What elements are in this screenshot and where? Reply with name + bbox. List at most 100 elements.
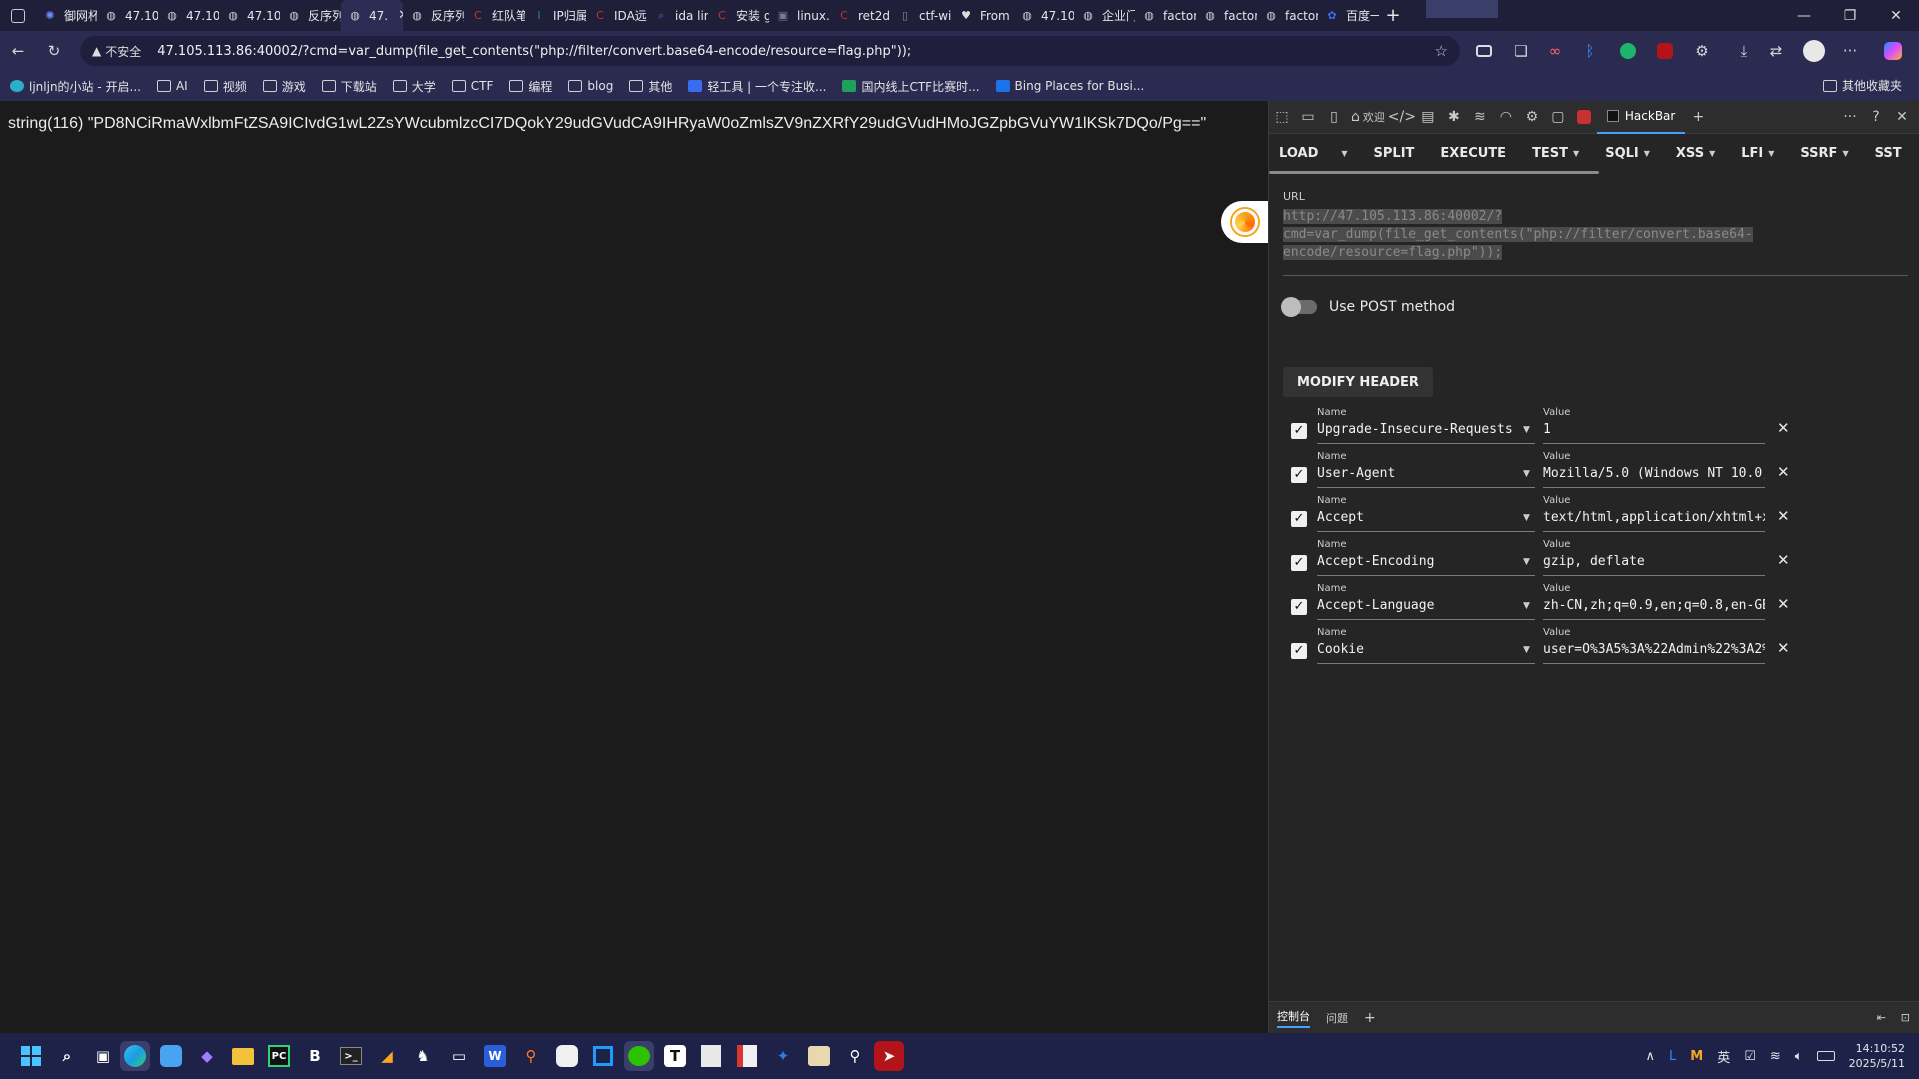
bookmark-item[interactable]: 大学 [392, 78, 436, 95]
welcome-tab[interactable]: ⌂ 欢迎 [1347, 106, 1389, 128]
browser-tab[interactable]: I IP归属 [525, 0, 586, 31]
bookmark-item[interactable]: blog [568, 79, 613, 93]
browser-tab[interactable]: ◍ 企业门 [1074, 0, 1135, 31]
app-feather[interactable]: ✦ [768, 1041, 798, 1071]
network-icon[interactable]: ≋ [1467, 106, 1493, 128]
header-value-input[interactable]: text/html,application/xhtml+xml [1543, 510, 1765, 532]
browser-tab[interactable]: ◍ 反序列 [280, 0, 341, 31]
hackbar-badge-icon[interactable] [1571, 106, 1597, 128]
remove-header-icon[interactable]: ✕ [1777, 551, 1790, 569]
extension-green-button[interactable] [1618, 41, 1638, 61]
header-name-input[interactable]: User-Agent [1317, 466, 1535, 488]
reload-button[interactable]: ↻ [44, 41, 64, 61]
browser-tab[interactable]: ✿ 百度一 [1318, 0, 1379, 31]
battery-icon[interactable] [1816, 1051, 1835, 1061]
header-value-input[interactable]: user=O%3A5%3A%22Admin%22%3A2%3A [1543, 642, 1765, 664]
back-button[interactable]: ← [8, 41, 28, 61]
bookmark-item[interactable]: ljnljn的小站 - 开启... [10, 78, 141, 95]
browser-tab[interactable]: ◍ factor [1135, 0, 1196, 31]
header-value-input[interactable]: zh-CN,zh;q=0.9,en;q=0.8,en-GB;q [1543, 598, 1765, 620]
app-finder[interactable] [156, 1041, 186, 1071]
app-bubble[interactable] [552, 1041, 582, 1071]
header-name-input[interactable]: Upgrade-Insecure-Requests [1317, 422, 1535, 444]
bookmark-item[interactable]: 国内线上CTF比赛时... [842, 78, 980, 95]
browser-tab[interactable]: ◍47.✕ [341, 0, 403, 31]
share-button[interactable]: ⇄ [1766, 41, 1786, 61]
task-view-button[interactable]: ▣ [88, 1041, 118, 1071]
header-name-input[interactable]: Accept [1317, 510, 1535, 532]
input-language[interactable]: 英 [1717, 1047, 1730, 1066]
bookmark-item[interactable]: 轻工具 | 一个专注收... [688, 78, 826, 95]
tab-issues[interactable]: 问题 [1326, 1010, 1348, 1026]
minimize-button[interactable]: — [1781, 0, 1827, 31]
undock-icon[interactable]: ⊡ [1901, 1011, 1910, 1024]
reader-extension-button[interactable] [1474, 41, 1494, 61]
browser-tab[interactable]: ◍ 47.105. [158, 0, 219, 31]
volume-icon[interactable]: 🔈︎ [1795, 1049, 1803, 1064]
header-value-input[interactable]: 1 [1543, 422, 1765, 444]
menu-xss[interactable]: XSS ▼ [1676, 146, 1715, 161]
bookmark-item[interactable]: AI [156, 79, 188, 93]
bookmark-item[interactable]: CTF [451, 79, 493, 93]
url-textarea[interactable]: http://47.105.113.86:40002/? cmd=var_dump… [1283, 208, 1843, 262]
pycharm-app[interactable]: PC [264, 1041, 294, 1071]
remove-header-icon[interactable]: ✕ [1777, 595, 1790, 613]
menu-split[interactable]: SPLIT [1374, 146, 1415, 161]
browser-tab[interactable]: ◍ 47.105 [97, 0, 158, 31]
more-tools-icon[interactable]: ··· [1837, 106, 1863, 128]
browser-tab[interactable]: ◍ 47.105 [1013, 0, 1074, 31]
clock[interactable]: 14:10:52 2025/5/11 [1849, 1041, 1905, 1071]
header-value-input[interactable]: gzip, deflate [1543, 554, 1765, 576]
settings-gear-icon[interactable]: ⚙ [1519, 106, 1545, 128]
notepad-app[interactable] [696, 1041, 726, 1071]
tab-console[interactable]: 控制台 [1277, 1008, 1310, 1028]
header-enabled-checkbox[interactable]: ✓ [1291, 467, 1307, 483]
caret-down-icon[interactable]: ▼ [1523, 425, 1530, 435]
header-enabled-checkbox[interactable]: ✓ [1291, 643, 1307, 659]
search-app[interactable]: ⚲ [516, 1041, 546, 1071]
address-url[interactable]: 47.105.113.86:40002/?cmd=var_dump(file_g… [157, 44, 911, 59]
app-box[interactable] [804, 1041, 834, 1071]
menu-sqli[interactable]: SQLI ▼ [1605, 146, 1650, 161]
header-enabled-checkbox[interactable]: ✓ [1291, 599, 1307, 615]
caret-down-icon[interactable]: ▼ [1523, 513, 1530, 523]
browser-tab[interactable]: C 红队笔 [464, 0, 525, 31]
tray-app-m-icon[interactable]: M [1690, 1049, 1703, 1064]
security-indicator[interactable]: ▲ 不安全 [92, 43, 141, 60]
new-tab-button[interactable]: + [1379, 0, 1407, 31]
header-name-input[interactable]: Cookie [1317, 642, 1535, 664]
add-drawer-tab-icon[interactable]: + [1364, 1010, 1376, 1026]
help-icon[interactable]: ? [1863, 106, 1889, 128]
other-bookmarks[interactable]: 其他收藏夹 [1823, 77, 1902, 94]
app-red-doc[interactable] [732, 1041, 762, 1071]
menu-scrollbar[interactable] [1269, 171, 1599, 174]
header-enabled-checkbox[interactable]: ✓ [1291, 555, 1307, 571]
close-window-button[interactable]: ✕ [1873, 0, 1919, 31]
word-app[interactable]: W [480, 1041, 510, 1071]
menu-ssrf[interactable]: SSRF ▼ [1800, 146, 1848, 161]
app-magnifier[interactable]: ⚲ [840, 1041, 870, 1071]
app-orange[interactable]: ◢ [372, 1041, 402, 1071]
browser-tab[interactable]: ▯ ctf-wik [891, 0, 952, 31]
tray-overflow-icon[interactable]: ∧ [1646, 1049, 1656, 1064]
add-tab-icon[interactable]: + [1685, 106, 1711, 128]
close-devtools-icon[interactable]: ✕ [1889, 106, 1915, 128]
menu-lfi[interactable]: LFI ▼ [1741, 146, 1774, 161]
elements-icon[interactable]: </> [1388, 106, 1416, 128]
bookmark-item[interactable]: 下载站 [321, 78, 377, 95]
remove-header-icon[interactable]: ✕ [1777, 463, 1790, 481]
post-method-toggle[interactable]: Use POST method [1281, 297, 1455, 317]
tab-hackbar[interactable]: HackBar [1596, 101, 1686, 134]
burp-app[interactable]: B [300, 1041, 330, 1071]
menu-load[interactable]: LOAD ▼ [1279, 146, 1348, 161]
profile-button[interactable] [1802, 39, 1826, 63]
performance-icon[interactable]: ◠ [1493, 106, 1519, 128]
browser-tab[interactable]: ◍ 反序列 [403, 0, 464, 31]
menu-sst[interactable]: SST [1875, 146, 1902, 161]
browser-tab[interactable]: ♥ From E [952, 0, 1013, 31]
workspaces-button[interactable] [0, 0, 36, 31]
browser-tab[interactable]: C IDA远 [586, 0, 647, 31]
device-toolbar-icon[interactable]: ▭ [1295, 106, 1321, 128]
bookmark-item[interactable]: 游戏 [262, 78, 306, 95]
browser-tab[interactable]: ⌕ ida lin [647, 0, 708, 31]
